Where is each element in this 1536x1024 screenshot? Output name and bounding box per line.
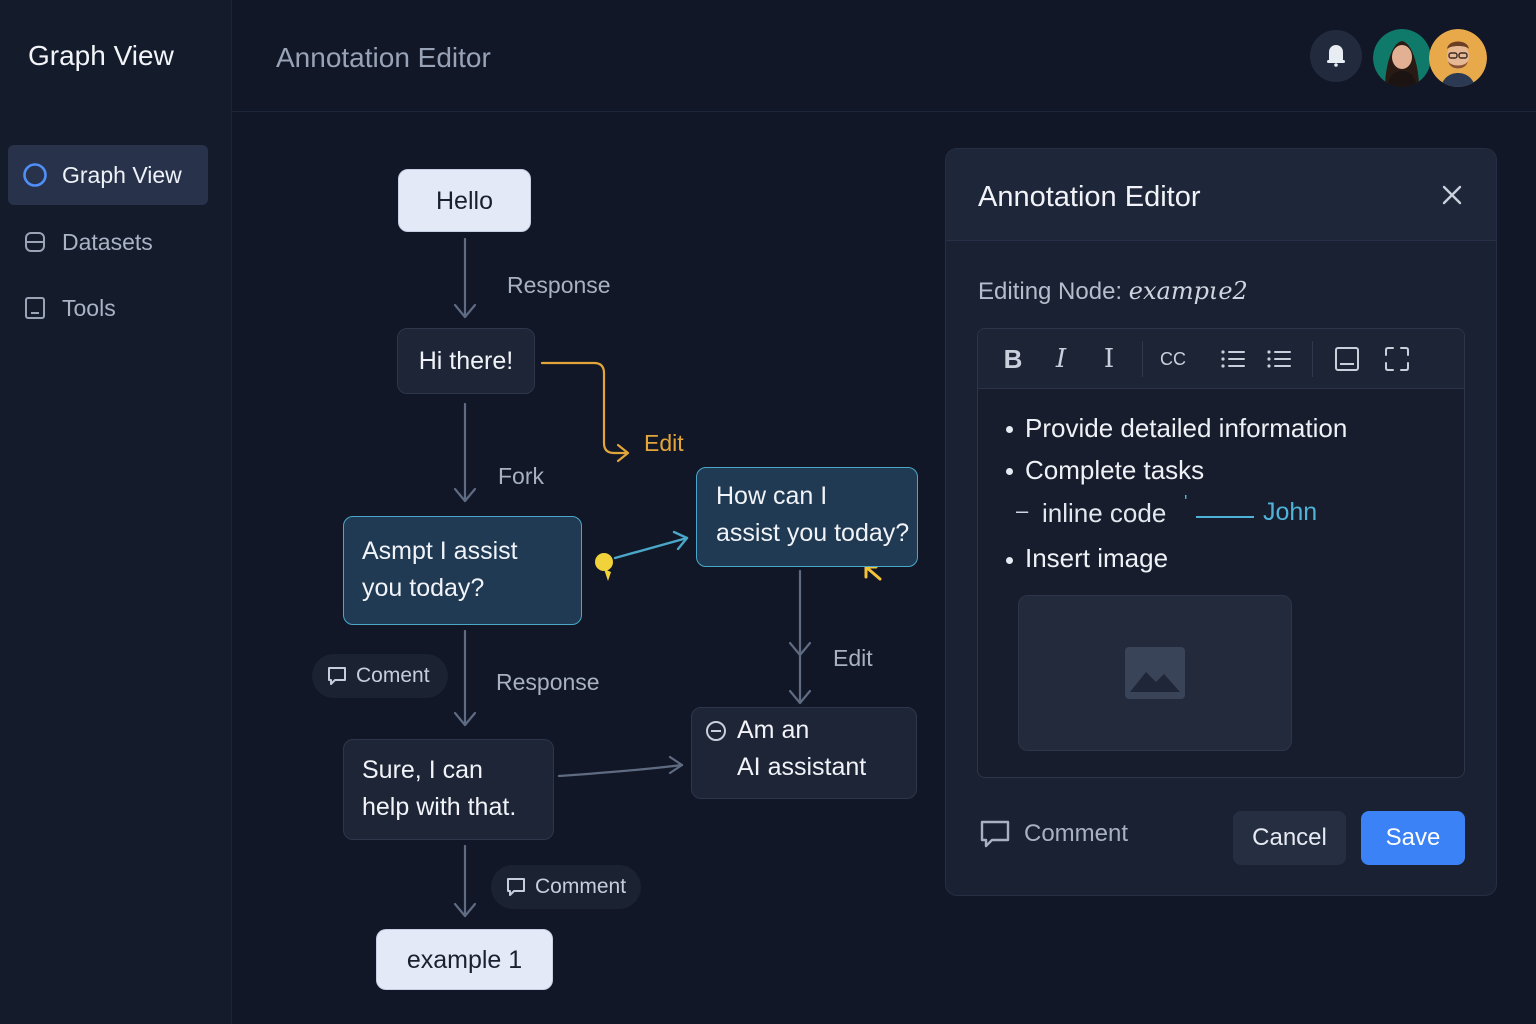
comment-icon: [978, 817, 1012, 851]
edge-label-response: Response: [496, 669, 600, 695]
save-button[interactable]: Save: [1361, 811, 1465, 865]
edge-label-response: Response: [507, 272, 611, 298]
comment-pill[interactable]: Coment: [312, 654, 448, 698]
node-hi-there[interactable]: Hi there!: [397, 328, 535, 394]
node-label: Hello: [436, 187, 493, 215]
node-label: you today?: [362, 574, 485, 602]
node-label: Sure, I can: [362, 756, 483, 784]
comment-icon: [326, 665, 348, 687]
node-how-can-i[interactable]: How can I assist you today?: [696, 467, 918, 567]
editor-bullet-text: Insert image: [1025, 543, 1169, 573]
editor-bullet-text: Provide detailed information: [1025, 413, 1348, 443]
avatar-man-icon: [1429, 29, 1487, 87]
comment-pill[interactable]: Comment: [491, 865, 641, 909]
minus-circle-icon[interactable]: [705, 720, 727, 742]
bullet-list-icon: [1267, 350, 1291, 368]
fullscreen-button[interactable]: [1382, 343, 1412, 375]
node-label: How can I: [716, 482, 828, 510]
node-label: help with that.: [362, 793, 517, 821]
sidebar-item-datasets[interactable]: Datasets: [8, 212, 208, 272]
fullscreen-icon: [1385, 347, 1409, 371]
italic-button[interactable]: I: [1046, 343, 1076, 375]
avatar[interactable]: [1429, 29, 1487, 87]
comment-icon: [505, 876, 527, 898]
notification-button[interactable]: [1310, 30, 1362, 82]
editing-node-label: Editing Node: exampιe2: [978, 277, 1248, 306]
editor-toolbar: B I I CC: [978, 329, 1464, 389]
bullet-dot: [1006, 426, 1013, 433]
inline-code-tick: ': [1184, 492, 1188, 512]
sidebar-item-label: Tools: [62, 294, 116, 321]
bell-icon: [1324, 41, 1348, 72]
node-label: example 1: [406, 946, 523, 974]
sidebar-item-tools[interactable]: Tools: [8, 278, 208, 338]
brand-title: Graph View: [28, 40, 174, 71]
dash-marker: –: [1016, 498, 1029, 523]
text-cursor-button[interactable]: I: [1094, 343, 1124, 375]
bullet-list-button[interactable]: [1264, 343, 1294, 375]
cc-icon: CC: [1160, 348, 1186, 369]
comment-button[interactable]: Comment: [978, 817, 1128, 851]
panel-icon: [22, 295, 48, 321]
edge-label-edit: Edit: [833, 645, 873, 671]
toolbar-divider: [1142, 341, 1143, 377]
node-am-an-ai-assistant[interactable]: Am an AI assistant: [691, 707, 917, 799]
sidebar-item-graph-view[interactable]: Graph View: [8, 145, 208, 205]
page-title: Annotation Editor: [276, 42, 491, 73]
panel-header: Annotation Editor: [946, 149, 1496, 241]
node-label: Asmpt I assist: [362, 537, 518, 565]
mention-connector: [1196, 516, 1254, 518]
sidebar-item-label: Datasets: [62, 228, 153, 255]
node-label: Am an: [737, 716, 810, 744]
editor-bullet-text: Complete tasks: [1025, 455, 1205, 485]
bold-icon: B: [1003, 343, 1023, 374]
annotation-editor-panel: Annotation Editor Editing Node: exampιe2…: [945, 148, 1497, 896]
ordered-list-button[interactable]: [1218, 343, 1248, 375]
node-label: assist you today?: [716, 519, 910, 547]
node-sure-i-can[interactable]: Sure, I can help with that.: [343, 739, 554, 840]
bullet-dot: [1006, 557, 1013, 564]
bold-button[interactable]: B: [998, 343, 1028, 375]
close-button[interactable]: [1438, 181, 1466, 209]
cancel-button[interactable]: Cancel: [1233, 811, 1346, 865]
image-frame-icon: [1335, 347, 1359, 371]
mention-john[interactable]: John: [1263, 498, 1317, 527]
edge-label-edit: Edit: [644, 430, 684, 456]
editing-label: Editing Node:: [978, 278, 1123, 305]
bullet-dot: [1006, 468, 1013, 475]
graph-canvas[interactable]: Hello Hi there! Asmpt I assist you today…: [232, 113, 942, 1024]
ordered-list-icon: [1221, 350, 1245, 368]
sidebar-item-label: Graph View: [62, 161, 182, 188]
close-icon: [1442, 185, 1462, 205]
panel-title: Annotation Editor: [978, 181, 1201, 213]
avatar-woman-icon: [1373, 29, 1431, 87]
node-hello[interactable]: Hello: [398, 169, 531, 232]
node-label: AI assistant: [737, 753, 867, 781]
comment-pill-label: Coment: [356, 664, 430, 687]
circle-icon: [22, 162, 48, 188]
sidebar: Graph View Graph View Datasets Tools: [0, 0, 232, 1024]
toolbar-divider: [1312, 341, 1313, 377]
italic-icon: I: [1055, 344, 1067, 374]
rich-text-editor[interactable]: B I I CC Provide detailed information Co…: [977, 328, 1465, 778]
node-label: Hi there!: [418, 347, 514, 375]
text-cursor-icon: I: [1103, 344, 1115, 374]
comment-pill-label: Comment: [535, 875, 627, 898]
inline-code: inline code: [1042, 498, 1167, 528]
database-icon: [22, 229, 48, 255]
cc-button[interactable]: CC: [1156, 343, 1190, 375]
image-icon: [1125, 647, 1185, 699]
node-example-1[interactable]: example 1: [376, 929, 553, 990]
avatar[interactable]: [1373, 29, 1431, 87]
image-placeholder[interactable]: [1018, 595, 1292, 751]
image-frame-button[interactable]: [1332, 343, 1362, 375]
editing-node-name: exampιe2: [1128, 277, 1248, 305]
edge-label-fork: Fork: [498, 463, 544, 489]
node-asmpt-assist[interactable]: Asmpt I assist you today?: [343, 516, 582, 625]
comment-label: Comment: [1024, 820, 1129, 847]
